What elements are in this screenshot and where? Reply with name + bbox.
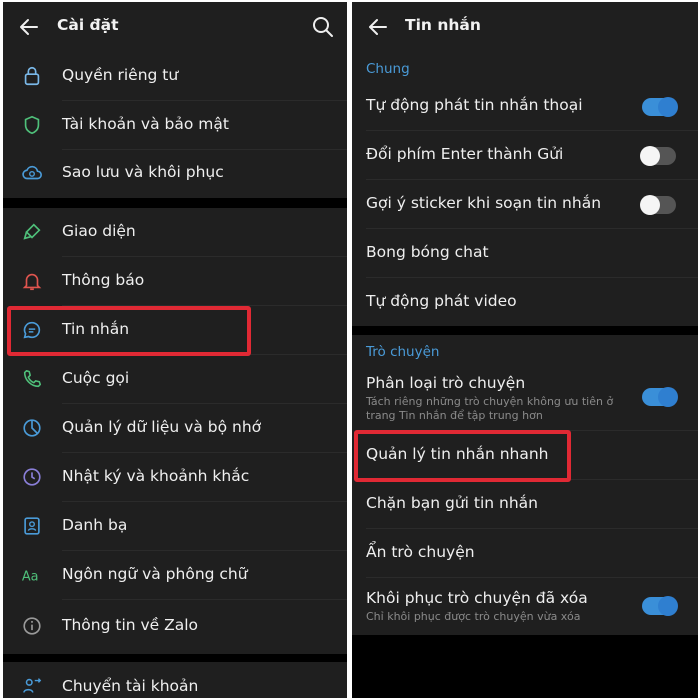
toggle-switch[interactable] bbox=[642, 97, 678, 117]
settings-group-main: Giao diện Thông báo Tin nhắn Cuộc gọi Qu… bbox=[3, 208, 347, 654]
back-arrow-icon[interactable] bbox=[17, 15, 41, 39]
settings-item-account-security[interactable]: Tài khoản và bảo mật bbox=[3, 101, 347, 150]
setting-classify-conversations[interactable]: Phân loại trò chuyện Tách riêng những tr… bbox=[352, 365, 698, 431]
phone-icon bbox=[21, 368, 43, 390]
settings-item-label: Tài khoản và bảo mật bbox=[62, 115, 229, 133]
setting-description: Tách riêng những trò chuyện không ưu tiê… bbox=[366, 395, 614, 422]
setting-enter-to-send[interactable]: Đổi phím Enter thành Gửi bbox=[352, 131, 698, 180]
section-conversations: Trò chuyện Phân loại trò chuyện Tách riê… bbox=[352, 335, 698, 635]
setting-label: Gợi ý sticker khi soạn tin nhắn bbox=[366, 194, 602, 212]
setting-label: Tự động phát video bbox=[366, 292, 517, 310]
highlight-box-messages bbox=[7, 306, 251, 356]
setting-label: Chặn bạn gửi tin nhắn bbox=[366, 494, 538, 512]
svg-text:Aa: Aa bbox=[22, 570, 39, 585]
settings-item-label: Ngôn ngữ và phông chữ bbox=[62, 565, 248, 583]
settings-item-timeline[interactable]: Nhật ký và khoảnh khắc bbox=[3, 453, 347, 502]
setting-block-messages[interactable]: Chặn bạn gửi tin nhắn bbox=[352, 480, 698, 529]
section-header-conversations: Trò chuyện bbox=[366, 344, 440, 360]
settings-item-contacts[interactable]: Danh bạ bbox=[3, 502, 347, 551]
settings-item-label: Nhật ký và khoảnh khắc bbox=[62, 467, 250, 485]
settings-item-calls[interactable]: Cuộc gọi bbox=[3, 355, 347, 404]
settings-item-switch-account[interactable]: Chuyển tài khoản bbox=[3, 662, 347, 698]
section-header-general: Chung bbox=[366, 61, 410, 77]
settings-item-label: Cuộc gọi bbox=[62, 369, 130, 387]
toggle-switch[interactable] bbox=[642, 596, 678, 616]
setting-label: Ẩn trò chuyện bbox=[366, 543, 475, 561]
settings-item-data-storage[interactable]: Quản lý dữ liệu và bộ nhớ bbox=[3, 404, 347, 453]
switch-account-icon bbox=[21, 675, 43, 697]
setting-label: Khôi phục trò chuyện đã xóa bbox=[366, 589, 588, 607]
settings-panel: Cài đặt Quyền riêng tư Tài khoản và bảo … bbox=[3, 2, 347, 698]
setting-restore-deleted[interactable]: Khôi phục trò chuyện đã xóa Chỉ khôi phụ… bbox=[352, 578, 698, 635]
settings-item-label: Giao diện bbox=[62, 222, 136, 240]
setting-chat-bubble[interactable]: Bong bóng chat bbox=[352, 229, 698, 278]
contact-card-icon bbox=[21, 515, 43, 537]
back-arrow-icon[interactable] bbox=[366, 15, 390, 39]
setting-sticker-suggestions[interactable]: Gợi ý sticker khi soạn tin nhắn bbox=[352, 180, 698, 229]
settings-item-language[interactable]: Aa Ngôn ngữ và phông chữ bbox=[3, 551, 347, 600]
setting-label: Phân loại trò chuyện bbox=[366, 374, 526, 392]
messages-header: Tin nhắn bbox=[352, 2, 698, 52]
toggle-switch[interactable] bbox=[642, 387, 678, 407]
settings-item-label: Sao lưu và khôi phục bbox=[62, 163, 224, 181]
lock-icon bbox=[21, 65, 43, 87]
paint-brush-icon bbox=[21, 221, 43, 243]
settings-item-label: Quyền riêng tư bbox=[62, 66, 179, 84]
bell-icon bbox=[21, 270, 43, 292]
settings-header: Cài đặt bbox=[3, 2, 347, 52]
setting-auto-play-voice[interactable]: Tự động phát tin nhắn thoại bbox=[352, 82, 698, 131]
settings-group-account: Chuyển tài khoản bbox=[3, 662, 347, 698]
search-icon[interactable] bbox=[311, 15, 335, 39]
setting-label: Tự động phát tin nhắn thoại bbox=[366, 96, 583, 114]
info-icon bbox=[21, 615, 43, 637]
settings-item-label: Danh bạ bbox=[62, 516, 128, 534]
setting-label: Bong bóng chat bbox=[366, 243, 489, 261]
clock-icon bbox=[21, 466, 43, 488]
settings-group-privacy: Quyền riêng tư Tài khoản và bảo mật Sao … bbox=[3, 52, 347, 198]
settings-item-label: Thông báo bbox=[62, 271, 145, 289]
settings-item-label: Quản lý dữ liệu và bộ nhớ bbox=[62, 418, 262, 436]
section-general: Chung Tự động phát tin nhắn thoại Đổi ph… bbox=[352, 52, 698, 326]
highlight-box-quick-messages bbox=[354, 430, 571, 482]
setting-hide-conversations[interactable]: Ẩn trò chuyện bbox=[352, 529, 698, 578]
settings-item-label: Thông tin về Zalo bbox=[62, 616, 199, 634]
toggle-switch[interactable] bbox=[640, 195, 676, 215]
settings-item-notifications[interactable]: Thông báo bbox=[3, 257, 347, 306]
setting-auto-play-video[interactable]: Tự động phát video bbox=[352, 278, 698, 326]
page-title: Cài đặt bbox=[57, 16, 119, 34]
cloud-sync-icon bbox=[21, 162, 43, 184]
shield-icon bbox=[21, 114, 43, 136]
messages-settings-panel: Tin nhắn Chung Tự động phát tin nhắn tho… bbox=[352, 2, 698, 698]
pie-chart-icon bbox=[21, 417, 43, 439]
settings-item-privacy[interactable]: Quyền riêng tư bbox=[3, 52, 347, 101]
page-title: Tin nhắn bbox=[405, 16, 481, 34]
setting-description: Chỉ khôi phục được trò chuyện vừa xóa bbox=[366, 610, 581, 623]
font-aa-icon: Aa bbox=[21, 564, 43, 586]
settings-item-label: Chuyển tài khoản bbox=[62, 677, 199, 695]
setting-label: Đổi phím Enter thành Gửi bbox=[366, 145, 564, 163]
toggle-switch[interactable] bbox=[640, 146, 676, 166]
settings-item-about[interactable]: Thông tin về Zalo bbox=[3, 600, 347, 654]
settings-item-backup[interactable]: Sao lưu và khôi phục bbox=[3, 150, 347, 198]
settings-item-appearance[interactable]: Giao diện bbox=[3, 208, 347, 257]
